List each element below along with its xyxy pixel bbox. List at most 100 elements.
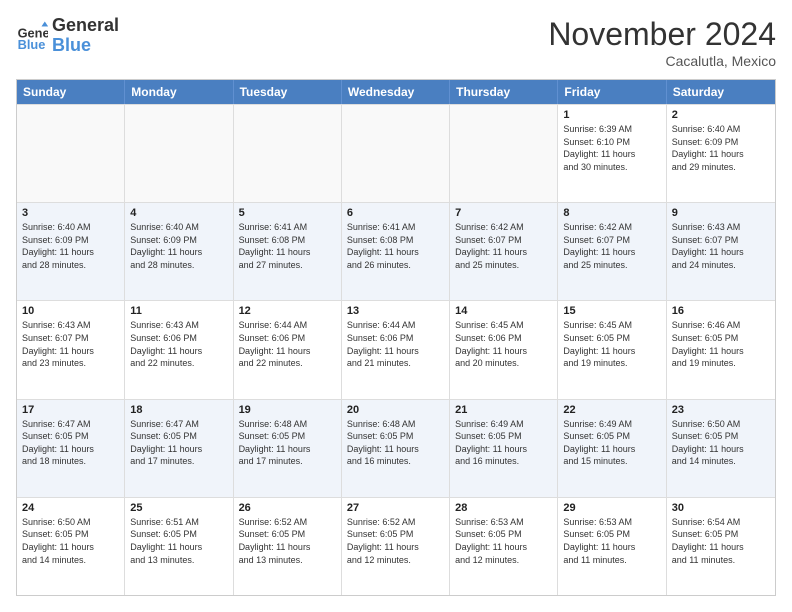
day-number: 20	[347, 404, 444, 416]
day-cell-18: 18 Sunrise: 6:47 AM Sunset: 6:05 PM Dayli…	[125, 400, 233, 497]
day-info: Sunrise: 6:40 AM Sunset: 6:09 PM Dayligh…	[672, 123, 770, 173]
day-number: 6	[347, 207, 444, 219]
day-cell-20: 20 Sunrise: 6:48 AM Sunset: 6:05 PM Dayli…	[342, 400, 450, 497]
calendar-row-2: 10 Sunrise: 6:43 AM Sunset: 6:07 PM Dayli…	[17, 300, 775, 398]
day-cell-23: 23Sunrise: 6:50 AM Sunset: 6:05 PM Dayli…	[667, 400, 775, 497]
logo-icon: General Blue	[16, 20, 48, 52]
calendar-header: SundayMondayTuesdayWednesdayThursdayFrid…	[17, 80, 775, 104]
day-number: 21	[455, 404, 552, 416]
day-cell-5: 5 Sunrise: 6:41 AM Sunset: 6:08 PM Daylig…	[234, 203, 342, 300]
day-cell-27: 27 Sunrise: 6:52 AM Sunset: 6:05 PM Dayli…	[342, 498, 450, 595]
day-info: Sunrise: 6:52 AM Sunset: 6:05 PM Dayligh…	[347, 516, 444, 566]
day-cell-2: 2 Sunrise: 6:40 AM Sunset: 6:09 PM Daylig…	[667, 105, 775, 202]
day-info: Sunrise: 6:47 AM Sunset: 6:05 PM Dayligh…	[130, 418, 227, 468]
logo-general: General	[52, 16, 119, 36]
day-info: Sunrise: 6:54 AM Sunset: 6:05 PM Dayligh…	[672, 516, 770, 566]
empty-cell-0-0	[17, 105, 125, 202]
day-cell-25: 25Sunrise: 6:51 AM Sunset: 6:05 PM Dayli…	[125, 498, 233, 595]
calendar-row-3: 17 Sunrise: 6:47 AM Sunset: 6:05 PM Dayli…	[17, 399, 775, 497]
day-info: Sunrise: 6:44 AM Sunset: 6:06 PM Dayligh…	[239, 319, 336, 369]
day-info: Sunrise: 6:46 AM Sunset: 6:05 PM Dayligh…	[672, 319, 770, 369]
day-cell-14: 14 Sunrise: 6:45 AM Sunset: 6:06 PM Dayli…	[450, 301, 558, 398]
day-number: 11	[130, 305, 227, 317]
day-info: Sunrise: 6:39 AM Sunset: 6:10 PM Dayligh…	[563, 123, 660, 173]
logo: General Blue General Blue	[16, 16, 119, 56]
header-day-thursday: Thursday	[450, 80, 558, 104]
day-info: Sunrise: 6:41 AM Sunset: 6:08 PM Dayligh…	[239, 221, 336, 271]
header: General Blue General Blue November 2024 …	[16, 16, 776, 69]
day-info: Sunrise: 6:40 AM Sunset: 6:09 PM Dayligh…	[22, 221, 119, 271]
day-number: 27	[347, 502, 444, 514]
day-info: Sunrise: 6:42 AM Sunset: 6:07 PM Dayligh…	[563, 221, 660, 271]
day-number: 19	[239, 404, 336, 416]
day-cell-29: 29Sunrise: 6:53 AM Sunset: 6:05 PM Dayli…	[558, 498, 666, 595]
day-number: 15	[563, 305, 660, 317]
day-number: 22	[563, 404, 660, 416]
day-number: 5	[239, 207, 336, 219]
day-info: Sunrise: 6:49 AM Sunset: 6:05 PM Dayligh…	[455, 418, 552, 468]
calendar-row-0: 1 Sunrise: 6:39 AM Sunset: 6:10 PM Daylig…	[17, 104, 775, 202]
day-cell-11: 11 Sunrise: 6:43 AM Sunset: 6:06 PM Dayli…	[125, 301, 233, 398]
day-number: 28	[455, 502, 552, 514]
day-cell-28: 28 Sunrise: 6:53 AM Sunset: 6:05 PM Dayli…	[450, 498, 558, 595]
day-cell-26: 26 Sunrise: 6:52 AM Sunset: 6:05 PM Dayli…	[234, 498, 342, 595]
svg-text:Blue: Blue	[18, 37, 46, 52]
day-cell-13: 13Sunrise: 6:44 AM Sunset: 6:06 PM Dayli…	[342, 301, 450, 398]
day-number: 24	[22, 502, 119, 514]
day-info: Sunrise: 6:43 AM Sunset: 6:07 PM Dayligh…	[672, 221, 770, 271]
day-cell-17: 17Sunrise: 6:47 AM Sunset: 6:05 PM Dayli…	[17, 400, 125, 497]
day-number: 2	[672, 109, 770, 121]
day-cell-7: 7 Sunrise: 6:42 AM Sunset: 6:07 PM Daylig…	[450, 203, 558, 300]
day-info: Sunrise: 6:53 AM Sunset: 6:05 PM Dayligh…	[563, 516, 660, 566]
day-info: Sunrise: 6:49 AM Sunset: 6:05 PM Dayligh…	[563, 418, 660, 468]
empty-cell-0-1	[125, 105, 233, 202]
day-cell-21: 21 Sunrise: 6:49 AM Sunset: 6:05 PM Dayli…	[450, 400, 558, 497]
day-number: 17	[22, 404, 119, 416]
day-number: 1	[563, 109, 660, 121]
day-number: 12	[239, 305, 336, 317]
day-info: Sunrise: 6:40 AM Sunset: 6:09 PM Dayligh…	[130, 221, 227, 271]
empty-cell-0-4	[450, 105, 558, 202]
day-info: Sunrise: 6:52 AM Sunset: 6:05 PM Dayligh…	[239, 516, 336, 566]
day-cell-6: 6Sunrise: 6:41 AM Sunset: 6:08 PM Daylig…	[342, 203, 450, 300]
day-cell-10: 10 Sunrise: 6:43 AM Sunset: 6:07 PM Dayli…	[17, 301, 125, 398]
day-info: Sunrise: 6:53 AM Sunset: 6:05 PM Dayligh…	[455, 516, 552, 566]
day-number: 25	[130, 502, 227, 514]
day-number: 18	[130, 404, 227, 416]
day-info: Sunrise: 6:45 AM Sunset: 6:06 PM Dayligh…	[455, 319, 552, 369]
day-number: 9	[672, 207, 770, 219]
day-number: 30	[672, 502, 770, 514]
day-info: Sunrise: 6:45 AM Sunset: 6:05 PM Dayligh…	[563, 319, 660, 369]
day-info: Sunrise: 6:42 AM Sunset: 6:07 PM Dayligh…	[455, 221, 552, 271]
day-info: Sunrise: 6:50 AM Sunset: 6:05 PM Dayligh…	[672, 418, 770, 468]
day-number: 26	[239, 502, 336, 514]
day-number: 13	[347, 305, 444, 317]
empty-cell-0-2	[234, 105, 342, 202]
day-info: Sunrise: 6:43 AM Sunset: 6:06 PM Dayligh…	[130, 319, 227, 369]
day-cell-1: 1 Sunrise: 6:39 AM Sunset: 6:10 PM Daylig…	[558, 105, 666, 202]
day-info: Sunrise: 6:43 AM Sunset: 6:07 PM Dayligh…	[22, 319, 119, 369]
day-number: 14	[455, 305, 552, 317]
day-cell-9: 9 Sunrise: 6:43 AM Sunset: 6:07 PM Daylig…	[667, 203, 775, 300]
header-day-wednesday: Wednesday	[342, 80, 450, 104]
header-day-friday: Friday	[558, 80, 666, 104]
day-number: 3	[22, 207, 119, 219]
header-day-sunday: Sunday	[17, 80, 125, 104]
day-cell-4: 4 Sunrise: 6:40 AM Sunset: 6:09 PM Daylig…	[125, 203, 233, 300]
logo-blue: Blue	[52, 36, 119, 56]
day-number: 10	[22, 305, 119, 317]
day-info: Sunrise: 6:48 AM Sunset: 6:05 PM Dayligh…	[347, 418, 444, 468]
month-title: November 2024	[548, 16, 776, 53]
header-day-saturday: Saturday	[667, 80, 775, 104]
day-cell-24: 24Sunrise: 6:50 AM Sunset: 6:05 PM Dayli…	[17, 498, 125, 595]
calendar-body: 1 Sunrise: 6:39 AM Sunset: 6:10 PM Daylig…	[17, 104, 775, 595]
day-number: 7	[455, 207, 552, 219]
calendar-row-1: 3 Sunrise: 6:40 AM Sunset: 6:09 PM Daylig…	[17, 202, 775, 300]
empty-cell-0-3	[342, 105, 450, 202]
location: Cacalutla, Mexico	[548, 53, 776, 69]
calendar-row-4: 24Sunrise: 6:50 AM Sunset: 6:05 PM Dayli…	[17, 497, 775, 595]
day-number: 4	[130, 207, 227, 219]
title-block: November 2024 Cacalutla, Mexico	[548, 16, 776, 69]
header-day-tuesday: Tuesday	[234, 80, 342, 104]
day-cell-8: 8Sunrise: 6:42 AM Sunset: 6:07 PM Daylig…	[558, 203, 666, 300]
